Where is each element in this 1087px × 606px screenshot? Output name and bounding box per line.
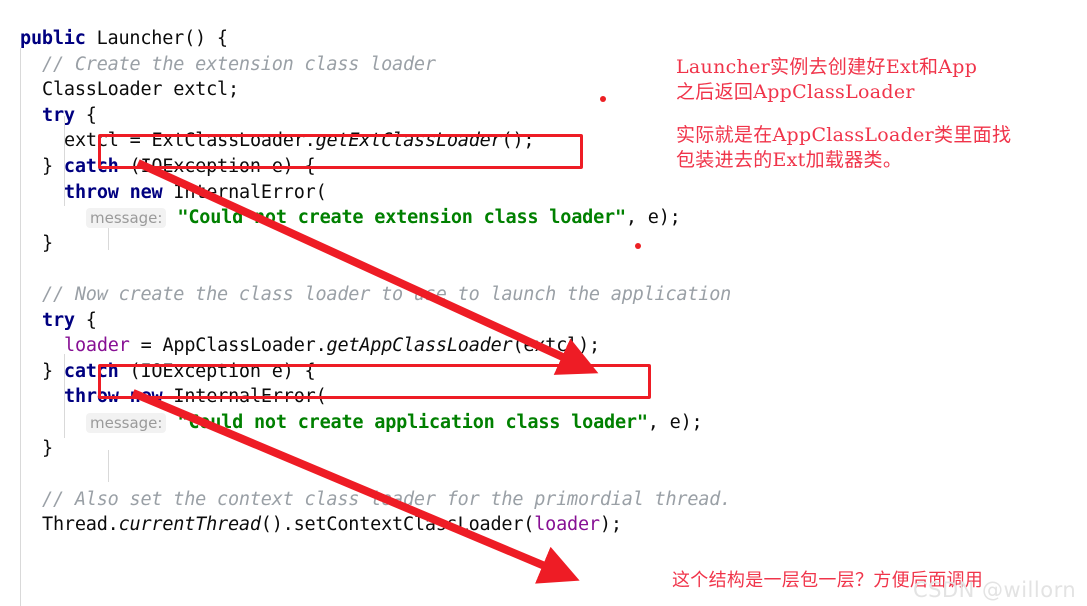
code-token-plain: , e);	[647, 412, 703, 433]
code-token-hint: message:	[86, 413, 167, 433]
code-token-plain: }	[42, 232, 53, 254]
code-token-plain: }	[42, 156, 64, 177]
code-token-plain: {	[74, 104, 97, 126]
code-token-plain: InternalError(	[162, 181, 327, 203]
highlight-box-loader	[98, 364, 651, 399]
code-token-plain: (extcl);	[512, 335, 600, 357]
code-token-cmt: // Also set the context class loader for…	[42, 488, 732, 510]
code-token-cmt: // Now create the class loader to use to…	[42, 284, 732, 305]
code-token-plain: = AppClassLoader.	[129, 335, 327, 357]
code-token-mth: currentThread	[118, 514, 261, 536]
csdn-watermark: CSDN @willorn	[913, 578, 1077, 602]
code-token-kw: throw	[64, 181, 119, 203]
code-token-kw: try	[42, 104, 75, 126]
code-token-str: "Could not create application class load…	[177, 412, 648, 433]
code-token-cmt: // Create the extension class loader	[42, 53, 436, 75]
screenshot-root: public Launcher() { // Create the extensi…	[0, 0, 1087, 606]
annotation-note-top-1: Launcher实例去创建好Ext和App 之后返回AppClassLoader	[676, 56, 978, 103]
code-token-kw: public	[20, 28, 86, 49]
code-token-plain: {	[74, 309, 97, 331]
code-token-str: "Could not create extension class loader…	[177, 207, 626, 229]
code-token-plain: }	[42, 437, 53, 459]
highlight-box-extcl	[98, 134, 583, 169]
code-token-fld: loader	[64, 335, 130, 357]
red-dot-marker	[600, 96, 606, 102]
code-line: Thread.currentThread().setContextClassLo…	[0, 508, 1087, 542]
code-token-plain: Launcher() {	[85, 28, 228, 49]
code-token-plain: , e);	[625, 207, 681, 229]
code-token-plain: Thread.	[42, 514, 119, 536]
code-token-plain: ClassLoader extcl;	[42, 79, 239, 101]
red-dot-marker	[635, 243, 641, 249]
code-token-kw: try	[42, 309, 75, 331]
code-token-plain: }	[42, 360, 64, 382]
code-token-kw: new	[129, 181, 163, 203]
code-token-hint: message:	[86, 208, 167, 229]
code-token-mth: getAppClassLoader	[326, 335, 513, 357]
annotation-note-top-2: 实际就是在AppClassLoader类里面找 包装进去的Ext加载器类。	[676, 124, 1012, 171]
code-token-plain: );	[599, 514, 622, 536]
code-token-plain: ().setContextClassLoader(	[260, 514, 535, 536]
code-token-fld: loader	[534, 514, 600, 536]
